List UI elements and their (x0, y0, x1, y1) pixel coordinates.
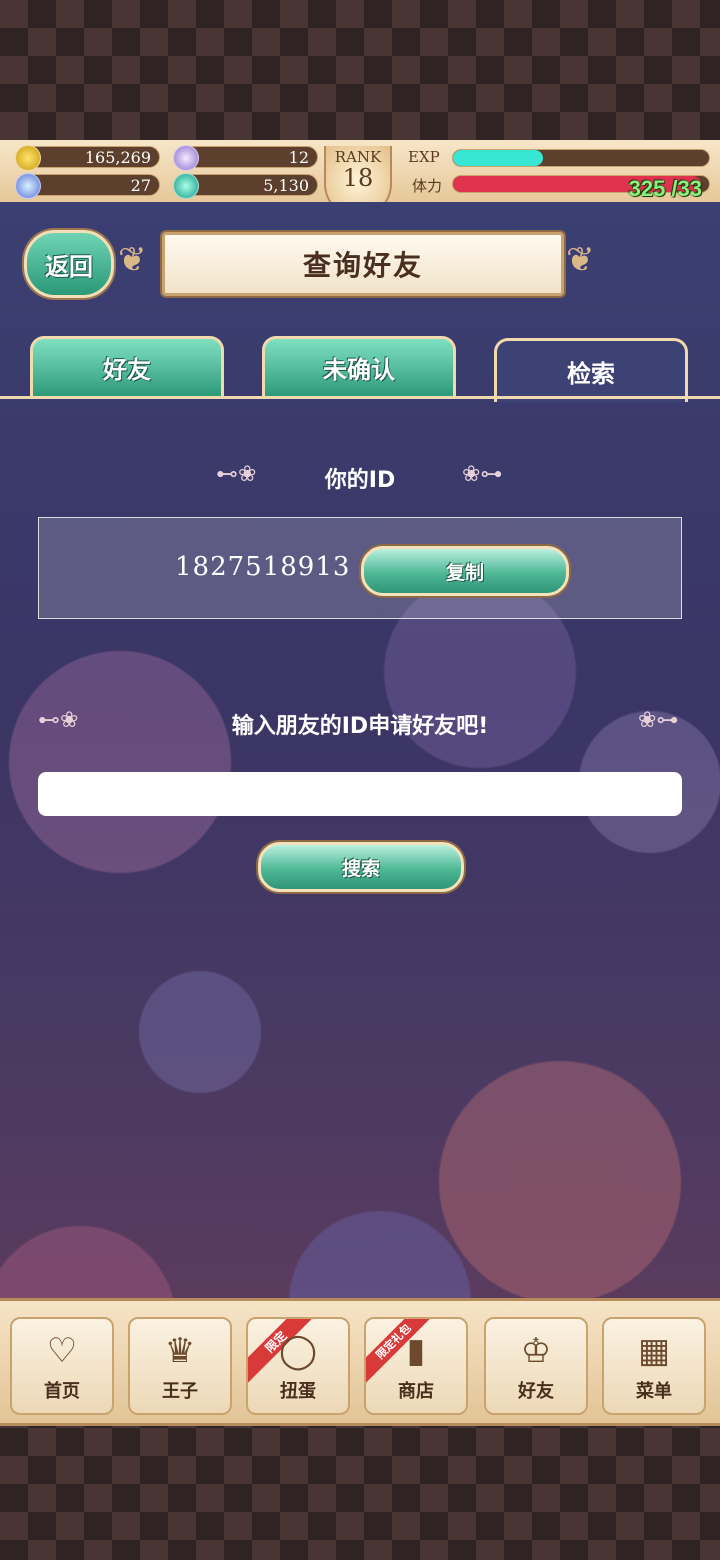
crystal-icon (15, 173, 41, 199)
tiara-icon: ♔ (520, 1331, 552, 1371)
rank-value: 18 (342, 164, 374, 192)
back-button[interactable]: 返回 (24, 230, 114, 298)
my-id-title: 你的ID (324, 468, 396, 493)
tab-friends[interactable]: 好友 (30, 336, 224, 396)
id-title-ornament-right-icon: ❀⊶ (462, 462, 503, 487)
heart-icon: ♡ (46, 1331, 78, 1371)
gold-value: 165,269 (84, 148, 151, 167)
tab-divider (0, 396, 720, 399)
nav-prince[interactable]: ♛ 王子 (128, 1317, 232, 1415)
friend-id-input[interactable] (38, 772, 682, 816)
stamina-label: 体力 (412, 177, 443, 195)
nav-label: 王子 (162, 1381, 198, 1402)
green-coin-counter: 5,130 (173, 173, 318, 199)
grid-icon: ▦ (637, 1331, 671, 1371)
search-prompt: 输入朋友的ID申请好友吧! (231, 714, 489, 739)
nav-label: 菜单 (636, 1381, 672, 1402)
nav-shop[interactable]: 限定礼包 ▮ 商店 (364, 1317, 468, 1415)
crystal-value: 27 (130, 176, 151, 195)
nav-label: 商店 (398, 1381, 434, 1402)
exp-label: EXP (408, 148, 440, 166)
exp-bar-fill (453, 150, 543, 166)
prompt-ornament-right-icon: ❀⊶ (638, 708, 679, 733)
purple-gem-counter: 12 (173, 145, 318, 171)
gold-counter: 165,269 (15, 145, 160, 171)
tab-unconfirmed[interactable]: 未确认 (262, 336, 456, 396)
search-button[interactable]: 搜索 (258, 842, 464, 892)
nav-home[interactable]: ♡ 首页 (10, 1317, 114, 1415)
crystal-counter: 27 (15, 173, 160, 199)
green-coin-value: 5,130 (263, 176, 309, 195)
purple-gem-value: 12 (288, 148, 309, 167)
my-id-value: 1827518913 (175, 552, 351, 582)
my-id-box: 1827518913 复制 (38, 517, 682, 619)
nav-label: 扭蛋 (280, 1381, 316, 1402)
nav-label: 好友 (518, 1381, 554, 1402)
crown-icon: ♛ (164, 1331, 196, 1371)
title-ornament-left-icon: ❦ (118, 240, 147, 280)
bottom-nav: ♡ 首页 ♛ 王子 限定 ◯ 扭蛋 限定礼包 ▮ 商店 ♔ 好友 ▦ 菜单 (0, 1298, 720, 1426)
nav-gacha[interactable]: 限定 ◯ 扭蛋 (246, 1317, 350, 1415)
ring-icon: ◯ (278, 1331, 318, 1371)
page-title: 查询好友 (162, 232, 564, 296)
tab-search[interactable]: 检索 (494, 338, 688, 402)
copy-id-button[interactable]: 复制 (361, 546, 569, 596)
green-coin-icon (173, 173, 199, 199)
stamina-value: 325 /33 (628, 176, 702, 201)
nav-menu[interactable]: ▦ 菜单 (602, 1317, 706, 1415)
nav-friends[interactable]: ♔ 好友 (484, 1317, 588, 1415)
bag-icon: ▮ (406, 1331, 426, 1371)
exp-bar (452, 149, 710, 167)
gold-coin-icon (15, 145, 41, 171)
nav-label: 首页 (44, 1381, 80, 1402)
main-panel: 返回 ❦ 查询好友 ❦ 好友 未确认 检索 ⊷❀ 你的ID ❀⊶ 1827518… (0, 202, 720, 1298)
title-ornament-right-icon: ❦ (566, 240, 595, 280)
purple-gem-icon (173, 145, 199, 171)
